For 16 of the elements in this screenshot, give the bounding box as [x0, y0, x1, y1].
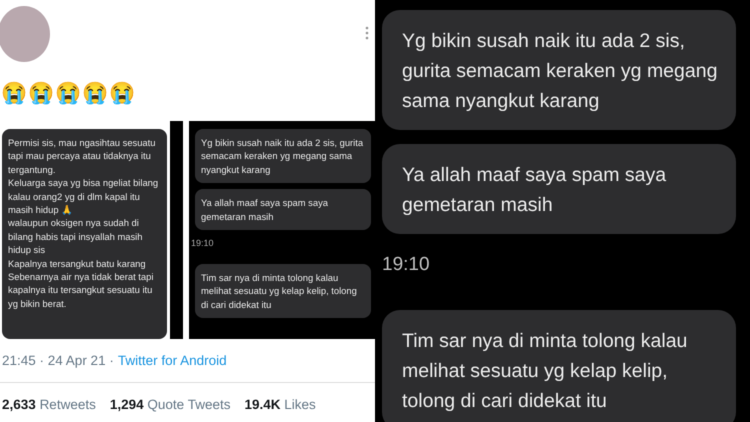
engagement-stat[interactable]: 2,633 Retweets	[2, 397, 96, 412]
message-time: 19:10	[382, 254, 431, 276]
message-bubble: Ya allah maaf saya spam saya gemetaran masih	[195, 189, 371, 230]
more-options-icon[interactable]	[365, 26, 369, 40]
message-bubble: Yg bikin susah naik itu ada 2 sis, gurita semacam keraken yg megang sama nyangkut karang	[382, 10, 736, 130]
message-bubble: Tim sar nya di minta tolong kalau melihat sesuatu yg kelap kelip, tolong di cari didekat itu	[195, 264, 371, 318]
engagement-stat[interactable]: 19.4K Likes	[244, 397, 316, 412]
message-bubble: Permisi sis, mau ngasihtau sesuatu tapi mau percaya atau tidaknya itu tergantung. Keluarga saya yg bisa ngeliat bilang kalau orang2 yg di dlm kapal itu masih hidup 🙏 walaupun oksigen nya sudah di bilang habis tapi insyallah masih hidup sis Kapalnya tersangkut batu karang Sebenarnya air nya tidak berat tapi kapalnya itu tersangkut sesuatu itu yg bikin berat.	[2, 129, 167, 339]
message-bubble: Yg bikin susah naik itu ada 2 sis, gurita semacam keraken yg megang sama nyangkut karang	[195, 129, 371, 184]
tweet-timestamp: 21:45 · 24 Apr 21 ·	[2, 353, 114, 368]
message-bubble: Tim sar nya di minta tolong kalau melihat sesuatu yg kelap kelip, tolong di cari didekat itu	[382, 310, 736, 422]
message-bubble: Ya allah maaf saya spam saya gemetaran masih	[382, 144, 736, 234]
engagement-stat[interactable]: 1,294 Quote Tweets	[110, 397, 230, 412]
tweet-text: 😭😭😭😭😭	[1, 81, 137, 107]
message-time: 19:10	[191, 238, 215, 248]
chat-screenshot[interactable]	[189, 121, 375, 339]
